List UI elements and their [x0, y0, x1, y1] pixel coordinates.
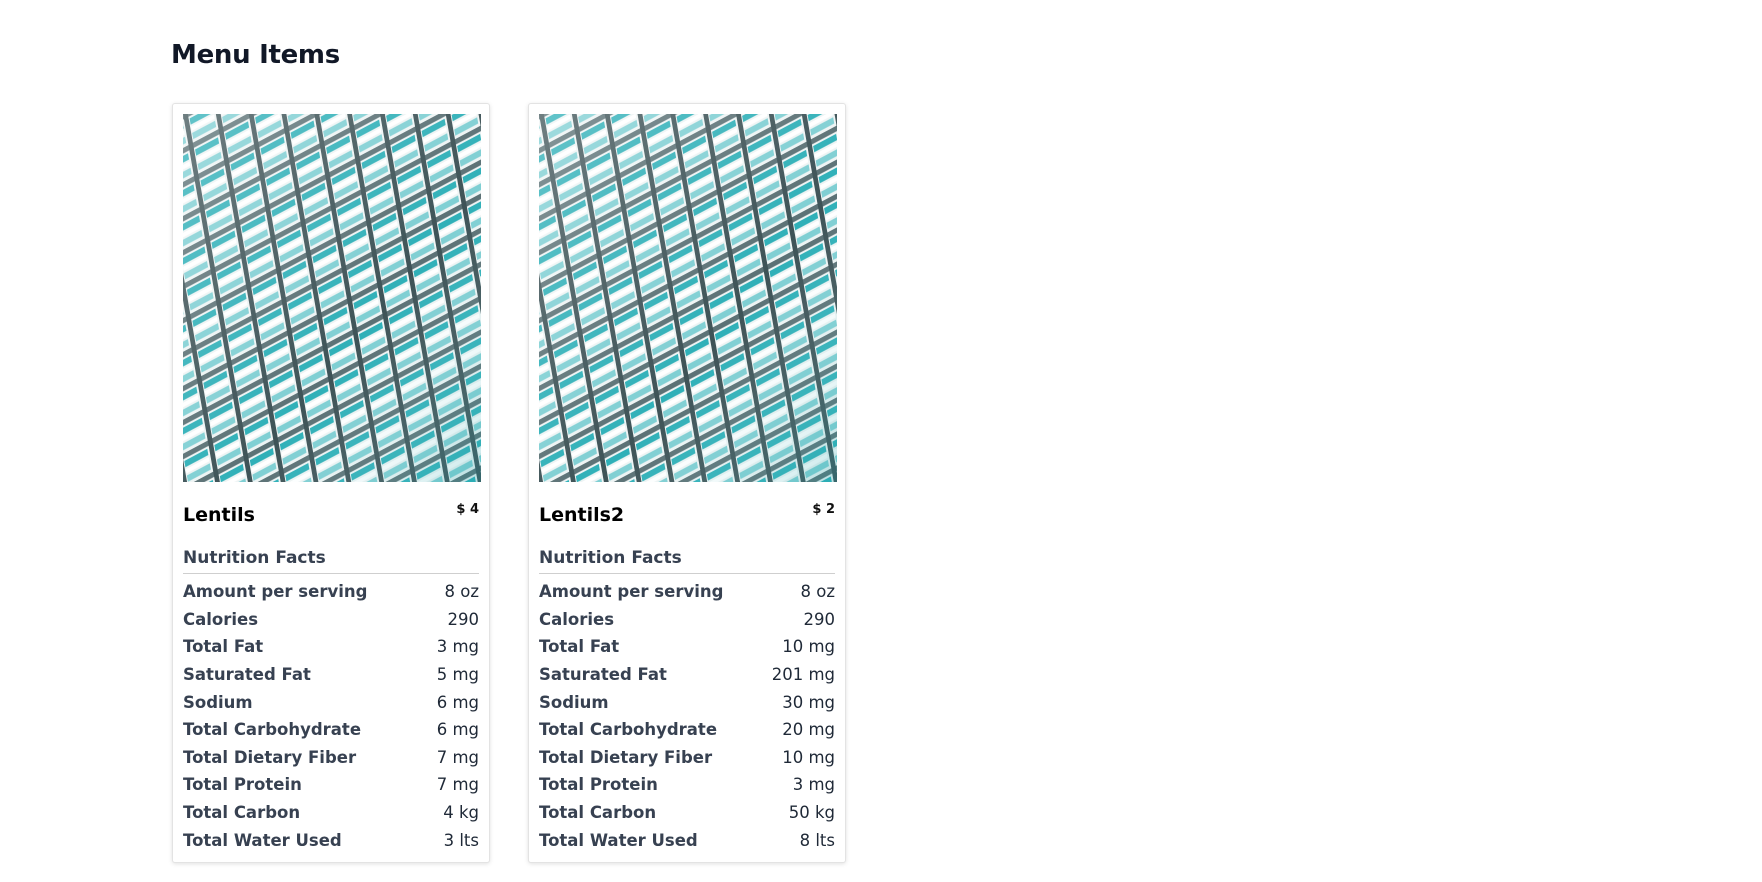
nutrition-label: Saturated Fat [539, 665, 667, 685]
nutrition-row: Total Carbon 4 kg [183, 799, 479, 827]
nutrition-value: 6 mg [436, 720, 479, 740]
nutrition-row: Amount per serving 8 oz [183, 578, 479, 606]
nutrition-row: Sodium 30 mg [539, 688, 835, 716]
architecture-photo-icon [183, 114, 481, 482]
nutrition-list: Amount per serving 8 oz Calories 290 Total… [539, 578, 835, 854]
nutrition-row: Amount per serving 8 oz [539, 578, 835, 606]
nutrition-row: Saturated Fat 201 mg [539, 661, 835, 689]
nutrition-value: 7 mg [436, 747, 479, 767]
menu-item-image [539, 114, 837, 482]
menu-item-name: Lentils [183, 504, 255, 526]
nutrition-label: Sodium [183, 692, 253, 712]
nutrition-row: Total Water Used 8 lts [539, 826, 835, 854]
nutrition-value: 290 [447, 609, 480, 629]
nutrition-label: Amount per serving [539, 582, 724, 602]
nutrition-row: Total Carbohydrate 20 mg [539, 716, 835, 744]
nutrition-row: Total Protein 3 mg [539, 771, 835, 799]
nutrition-label: Total Dietary Fiber [539, 747, 713, 767]
architecture-photo-icon [539, 114, 837, 482]
nutrition-label: Total Carbohydrate [539, 720, 718, 740]
nutrition-value: 10 mg [782, 747, 835, 767]
menu-card[interactable]: Lentils2 $ 2 Nutrition Facts Amount per … [528, 103, 846, 863]
nutrition-label: Amount per serving [183, 582, 368, 602]
nutrition-label: Total Carbohydrate [183, 720, 362, 740]
nutrition-label: Total Protein [183, 775, 302, 795]
menu-item-header: Lentils $ 4 [183, 482, 479, 538]
nutrition-row: Total Protein 7 mg [183, 771, 479, 799]
nutrition-value: 8 lts [799, 830, 835, 850]
nutrition-label: Total Fat [539, 637, 620, 657]
nutrition-label: Total Protein [539, 775, 658, 795]
nutrition-value: 20 mg [782, 720, 835, 740]
nutrition-value: 30 mg [782, 692, 835, 712]
nutrition-row: Total Dietary Fiber 7 mg [183, 744, 479, 772]
nutrition-value: 290 [803, 609, 836, 629]
nutrition-row: Total Fat 10 mg [539, 633, 835, 661]
menu-cards: Lentils $ 4 Nutrition Facts Amount per s… [172, 103, 846, 863]
nutrition-value: 6 mg [436, 692, 479, 712]
nutrition-label: Calories [183, 609, 259, 629]
nutrition-label: Total Carbon [539, 803, 657, 823]
nutrition-value: 3 mg [792, 775, 835, 795]
nutrition-value: 8 oz [444, 582, 480, 602]
nutrition-label: Total Water Used [183, 830, 342, 850]
nutrition-row: Total Fat 3 mg [183, 633, 479, 661]
nutrition-label: Total Carbon [183, 803, 301, 823]
nutrition-label: Saturated Fat [183, 665, 311, 685]
nutrition-value: 4 kg [443, 803, 479, 823]
nutrition-value: 3 lts [443, 830, 479, 850]
nutrition-value: 8 oz [800, 582, 836, 602]
nutrition-value: 10 mg [782, 637, 835, 657]
nutrition-row: Calories 290 [539, 606, 835, 634]
menu-item-name: Lentils2 [539, 504, 625, 526]
nutrition-label: Total Water Used [539, 830, 698, 850]
nutrition-row: Total Carbohydrate 6 mg [183, 716, 479, 744]
menu-item-image [183, 114, 481, 482]
nutrition-label: Total Fat [183, 637, 264, 657]
nutrition-row: Total Carbon 50 kg [539, 799, 835, 827]
nutrition-row: Total Water Used 3 lts [183, 826, 479, 854]
nutrition-label: Calories [539, 609, 615, 629]
nutrition-row: Calories 290 [183, 606, 479, 634]
menu-card[interactable]: Lentils $ 4 Nutrition Facts Amount per s… [172, 103, 490, 863]
nutrition-row: Total Dietary Fiber 10 mg [539, 744, 835, 772]
nutrition-value: 201 mg [771, 665, 835, 685]
nutrition-value: 3 mg [436, 637, 479, 657]
nutrition-facts-heading: Nutrition Facts [183, 548, 479, 574]
nutrition-label: Sodium [539, 692, 609, 712]
nutrition-value: 7 mg [436, 775, 479, 795]
nutrition-row: Saturated Fat 5 mg [183, 661, 479, 689]
menu-page: Menu Items Lentils $ 4 Nutrition Facts A… [0, 0, 1762, 882]
nutrition-value: 5 mg [436, 665, 479, 685]
nutrition-row: Sodium 6 mg [183, 688, 479, 716]
menu-item-price: $ 2 [812, 502, 835, 517]
menu-item-price: $ 4 [456, 502, 479, 517]
menu-item-header: Lentils2 $ 2 [539, 482, 835, 538]
nutrition-facts-heading: Nutrition Facts [539, 548, 835, 574]
nutrition-label: Total Dietary Fiber [183, 747, 357, 767]
nutrition-value: 50 kg [788, 803, 835, 823]
page-title: Menu Items [171, 40, 340, 70]
nutrition-list: Amount per serving 8 oz Calories 290 Total… [183, 578, 479, 854]
